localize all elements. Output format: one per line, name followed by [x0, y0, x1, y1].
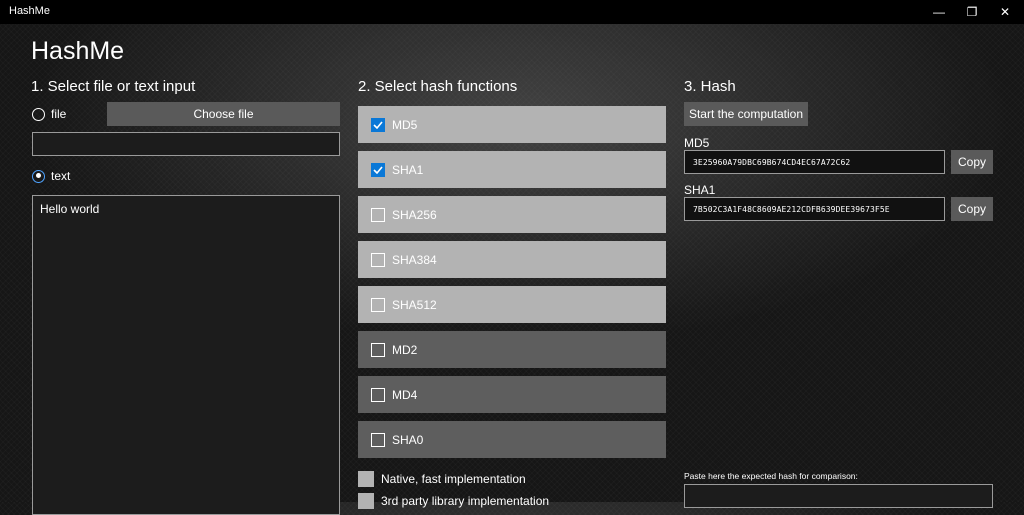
checkbox-unchecked-icon[interactable] [371, 297, 385, 312]
start-computation-button[interactable]: Start the computation [684, 102, 808, 126]
library-implementation-option[interactable]: 3rd party library implementation [358, 493, 549, 509]
choose-file-button[interactable]: Choose file [107, 102, 340, 126]
hash-option-sha256[interactable]: SHA256 [358, 196, 666, 233]
hash-option-sha0[interactable]: SHA0 [358, 421, 666, 458]
hash-section-heading: 3. Hash [684, 78, 736, 95]
hash-option-md4[interactable]: MD4 [358, 376, 666, 413]
text-input-area[interactable]: Hello world [32, 195, 340, 515]
maximize-icon[interactable]: ❐ [955, 0, 989, 24]
implementation-label: 3rd party library implementation [381, 494, 550, 508]
hash-option-label: SHA0 [392, 432, 424, 447]
checkbox-checked-icon[interactable] [371, 117, 385, 132]
sha1-result-label: SHA1 [684, 183, 716, 197]
file-path-field[interactable] [32, 132, 340, 156]
native-implementation-option[interactable]: Native, fast implementation [358, 471, 526, 487]
hash-option-label: SHA256 [392, 207, 437, 222]
hash-option-label: SHA1 [392, 162, 424, 177]
text-radio[interactable]: text [32, 169, 70, 183]
window-title: HashMe [9, 5, 50, 17]
checkbox-unchecked-icon[interactable] [371, 342, 385, 357]
implementation-label: Native, fast implementation [381, 472, 526, 486]
hash-option-label: SHA384 [392, 252, 437, 267]
hash-option-label: MD2 [392, 342, 418, 357]
minimize-icon[interactable]: — [922, 0, 956, 24]
checkbox-checked-icon[interactable] [371, 162, 385, 177]
hash-option-sha384[interactable]: SHA384 [358, 241, 666, 278]
md5-result-label: MD5 [684, 136, 710, 150]
title-bar: HashMe — ❐ ✕ [0, 0, 1024, 24]
file-radio-label: file [51, 107, 67, 121]
md5-result-value[interactable]: 3E25960A79DBC69B674CD4EC67A72C62 [684, 150, 945, 174]
input-section-heading: 1. Select file or text input [31, 78, 196, 95]
hash-option-sha512[interactable]: SHA512 [358, 286, 666, 323]
option-square-icon[interactable] [358, 493, 374, 509]
file-radio[interactable]: file [32, 107, 66, 121]
app-title: HashMe [31, 37, 125, 65]
sha1-result-value[interactable]: 7B502C3A1F48C8609AE212CDFB639DEE39673F5E [684, 197, 945, 221]
copy-md5-button[interactable]: Copy [951, 150, 993, 174]
text-radio-label: text [51, 169, 71, 183]
hash-option-label: MD4 [392, 387, 418, 402]
checkbox-unchecked-icon[interactable] [371, 252, 385, 267]
hash-option-label: MD5 [392, 117, 418, 132]
hash-option-md5[interactable]: MD5 [358, 106, 666, 143]
file-radio-circle[interactable] [32, 107, 45, 121]
checkbox-unchecked-icon[interactable] [371, 432, 385, 447]
checkbox-unchecked-icon[interactable] [371, 387, 385, 402]
compare-hash-input[interactable] [684, 484, 993, 508]
close-icon[interactable]: ✕ [988, 0, 1022, 24]
text-radio-circle[interactable] [32, 169, 45, 183]
hash-option-label: SHA512 [392, 297, 437, 312]
checkbox-unchecked-icon[interactable] [371, 207, 385, 222]
hash-option-md2[interactable]: MD2 [358, 331, 666, 368]
copy-sha1-button[interactable]: Copy [951, 197, 993, 221]
option-square-icon[interactable] [358, 471, 374, 487]
functions-section-heading: 2. Select hash functions [358, 78, 518, 95]
hash-option-sha1[interactable]: SHA1 [358, 151, 666, 188]
compare-hash-label: Paste here the expected hash for compari… [684, 471, 858, 481]
